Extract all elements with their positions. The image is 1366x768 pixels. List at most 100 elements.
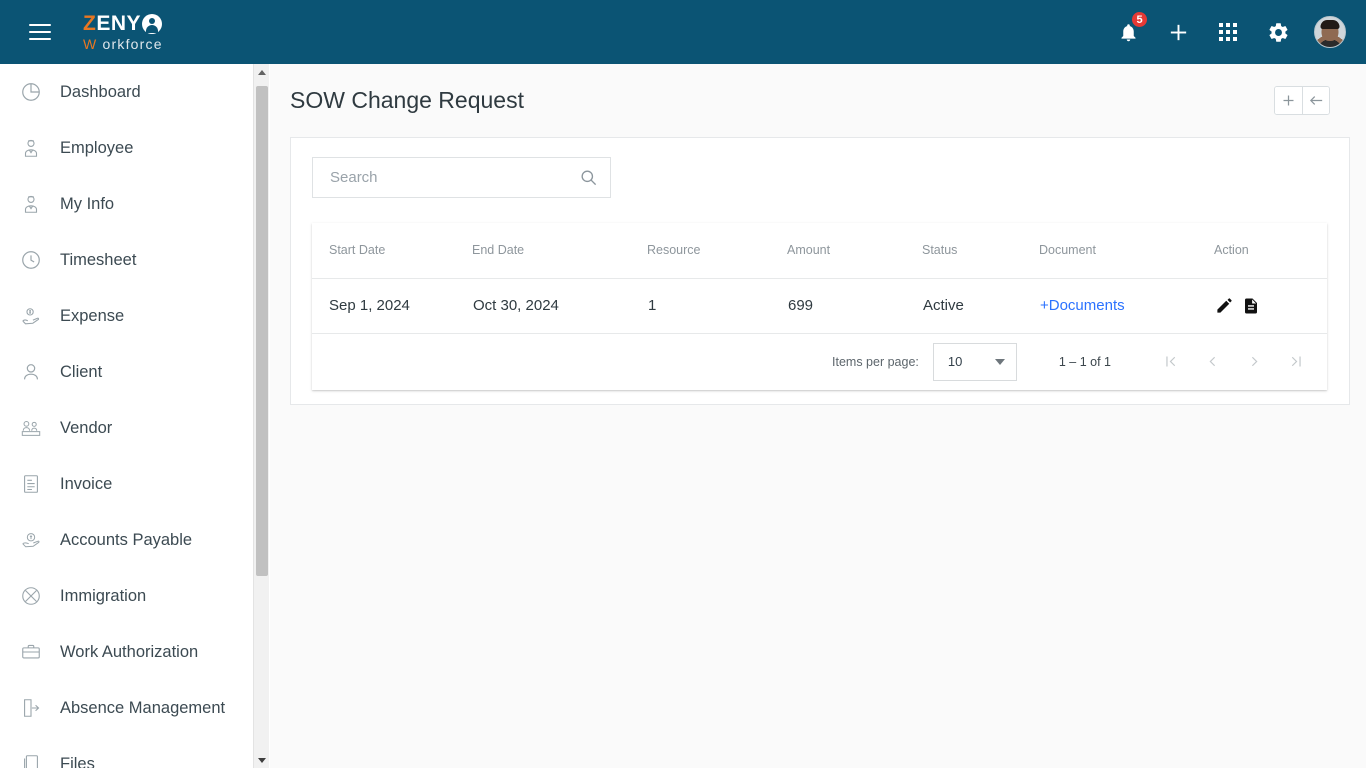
- logo-primary-text: ENY: [96, 12, 142, 35]
- back-button[interactable]: [1302, 87, 1329, 114]
- add-documents-link[interactable]: +Documents: [1040, 297, 1125, 314]
- sidebar-item-expense[interactable]: Expense: [0, 288, 253, 344]
- edit-pencil-icon[interactable]: [1215, 296, 1234, 315]
- previous-page-button[interactable]: [1191, 343, 1233, 381]
- search-input[interactable]: [328, 168, 579, 187]
- invoice-document-icon: [18, 471, 44, 497]
- sidebar-item-employee[interactable]: Employee: [0, 120, 253, 176]
- items-per-page-label: Items per page:: [832, 354, 919, 369]
- sidebar-navigation: Dashboard Employee My Info Timesheet Exp…: [0, 64, 253, 768]
- quick-add-button[interactable]: [1164, 18, 1192, 46]
- sidebar-label: Immigration: [60, 586, 147, 605]
- notifications-button[interactable]: 5: [1114, 11, 1148, 46]
- items-per-page-value: 10: [947, 354, 963, 369]
- user-avatar[interactable]: [1314, 16, 1346, 48]
- column-header-status[interactable]: Status: [922, 223, 1039, 279]
- last-page-button[interactable]: [1275, 343, 1317, 381]
- column-header-document[interactable]: Document: [1039, 223, 1214, 279]
- search-box[interactable]: [312, 157, 611, 198]
- page-header-actions: [1274, 86, 1330, 115]
- app-logo[interactable]: Z ENY W orkforce: [83, 13, 163, 51]
- chevron-down-icon: [994, 358, 1005, 365]
- sidebar-item-timesheet[interactable]: Timesheet: [0, 232, 253, 288]
- sidebar-label: Dashboard: [60, 82, 141, 101]
- door-exit-icon: [18, 695, 44, 721]
- column-header-resource[interactable]: Resource: [647, 223, 787, 279]
- scroll-down-arrow[interactable]: [254, 752, 270, 768]
- briefcase-icon: [18, 639, 44, 665]
- sidebar-item-vendor[interactable]: Vendor: [0, 400, 253, 456]
- clock-icon: [18, 247, 44, 273]
- column-header-start-date[interactable]: Start Date: [312, 223, 472, 279]
- sidebar-label: Timesheet: [60, 250, 137, 269]
- hamburger-menu-icon[interactable]: [29, 24, 51, 40]
- next-page-button[interactable]: [1233, 343, 1275, 381]
- previous-page-icon: [1209, 356, 1215, 367]
- items-per-page-select[interactable]: 10: [932, 342, 1017, 381]
- top-bar-actions: 5: [1114, 11, 1346, 48]
- vendor-people-icon: [18, 415, 44, 441]
- notification-count-badge: 5: [1131, 11, 1148, 28]
- search-icon[interactable]: [579, 168, 598, 187]
- document-file-icon[interactable]: [1242, 297, 1260, 315]
- scrollbar-thumb[interactable]: [256, 86, 268, 576]
- logo-line-one: Z ENY: [83, 13, 163, 34]
- column-header-action[interactable]: Action: [1214, 223, 1327, 279]
- sidebar-item-immigration[interactable]: Immigration: [0, 568, 253, 624]
- cell-document: +Documents: [1039, 278, 1214, 334]
- sidebar-label: Client: [60, 362, 103, 381]
- page-header: SOW Change Request: [270, 64, 1366, 115]
- sidebar-item-invoice[interactable]: Invoice: [0, 456, 253, 512]
- first-page-icon: [1165, 356, 1175, 367]
- sidebar-scrollbar[interactable]: [253, 64, 269, 768]
- logo-accent-letter: Z: [83, 12, 97, 35]
- sidebar-label: Accounts Payable: [60, 530, 193, 549]
- plus-icon: [1283, 95, 1294, 106]
- column-header-amount[interactable]: Amount: [787, 223, 922, 279]
- sidebar-item-work-authorization[interactable]: Work Authorization: [0, 624, 253, 680]
- logo-line-two: W orkforce: [83, 37, 163, 51]
- sidebar-item-accounts-payable[interactable]: Accounts Payable: [0, 512, 253, 568]
- sidebar-item-dashboard[interactable]: Dashboard: [0, 64, 253, 120]
- table-paginator: Items per page: 10 1 – 1 of 1: [312, 334, 1327, 390]
- data-table-card: Start Date End Date Resource Amount Stat…: [312, 223, 1327, 390]
- cell-end-date: Oct 30, 2024: [472, 278, 647, 334]
- sidebar-label: Employee: [60, 138, 134, 157]
- last-page-icon: [1291, 356, 1301, 367]
- cell-amount: 699: [787, 278, 922, 334]
- person-icon: [18, 359, 44, 385]
- cell-actions: [1214, 278, 1327, 334]
- cell-status: Active: [922, 278, 1039, 334]
- sidebar-label: Work Authorization: [60, 642, 199, 661]
- hand-money-icon: [18, 303, 44, 329]
- next-page-icon: [1251, 356, 1257, 367]
- gear-icon: [1268, 22, 1287, 42]
- settings-button[interactable]: [1264, 18, 1292, 46]
- table-body: Sep 1, 2024 Oct 30, 2024 1 699 Active +D…: [312, 278, 1327, 334]
- top-navigation-bar: Z ENY W orkforce 5: [0, 0, 1366, 64]
- plus-icon: [1170, 24, 1186, 40]
- grid-apps-icon: [1219, 23, 1237, 41]
- sidebar-item-files[interactable]: Files: [0, 736, 253, 768]
- sidebar-label: Vendor: [60, 418, 113, 437]
- column-header-end-date[interactable]: End Date: [472, 223, 647, 279]
- globe-plane-icon: [18, 583, 44, 609]
- sidebar-label: My Info: [60, 194, 115, 213]
- content-card: Start Date End Date Resource Amount Stat…: [290, 137, 1350, 405]
- main-content-area: SOW Change Request Search Start Date End…: [270, 64, 1366, 768]
- sidebar-item-client[interactable]: Client: [0, 344, 253, 400]
- page-title: SOW Change Request: [290, 87, 524, 113]
- hand-coin-icon: [18, 527, 44, 553]
- employee-badge-icon: [18, 191, 44, 217]
- sidebar-item-absence-management[interactable]: Absence Management: [0, 680, 253, 736]
- first-page-button[interactable]: [1149, 343, 1191, 381]
- add-sow-change-request-button[interactable]: [1275, 87, 1302, 114]
- cell-start-date: Sep 1, 2024: [312, 278, 472, 334]
- scroll-up-arrow[interactable]: [254, 64, 270, 80]
- sidebar-item-my-info[interactable]: My Info: [0, 176, 253, 232]
- apps-menu-button[interactable]: [1214, 18, 1242, 46]
- sidebar-label: Expense: [60, 306, 125, 325]
- table-row[interactable]: Sep 1, 2024 Oct 30, 2024 1 699 Active +D…: [312, 278, 1327, 334]
- sidebar-label: Invoice: [60, 474, 113, 493]
- table-header-row: Start Date End Date Resource Amount Stat…: [312, 223, 1327, 279]
